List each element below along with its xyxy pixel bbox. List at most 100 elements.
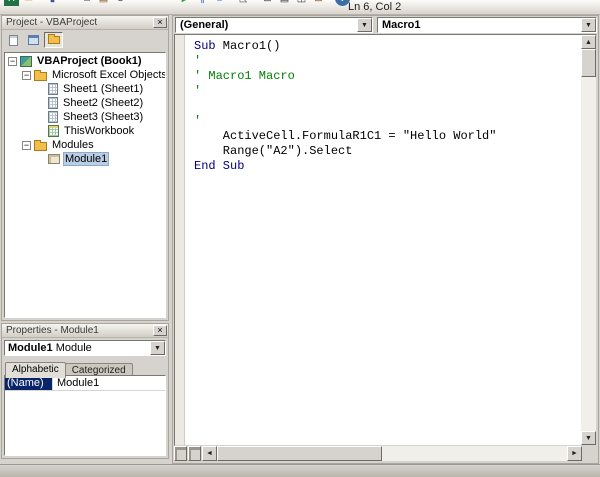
tree-item-sheet2-sheet2[interactable]: −Sheet2 (Sheet2) (5, 96, 165, 110)
tree-item-sheet1-sheet1[interactable]: −Sheet1 (Sheet1) (5, 82, 165, 96)
folder-icon (48, 36, 60, 44)
code-editor[interactable]: Sub Macro1()'' Macro1 Macro' ' ActiveCel… (174, 34, 597, 446)
margin-indicator-bar (175, 35, 185, 445)
design-mode-icon[interactable]: ◺ (236, 0, 251, 6)
tree-item-module1[interactable]: −Module1 (5, 152, 165, 166)
tree-item-sheet3-sheet3[interactable]: −Sheet3 (Sheet3) (5, 110, 165, 124)
folder-icon (34, 72, 47, 81)
folder-icon (34, 142, 47, 151)
close-icon[interactable]: × (153, 325, 167, 336)
scroll-up-icon[interactable]: ▲ (581, 35, 596, 49)
chevron-down-icon[interactable]: ▼ (150, 341, 165, 355)
property-name-cell[interactable]: (Name) (5, 376, 53, 390)
object-combo[interactable]: (General) ▼ (175, 17, 373, 33)
object-browser-icon[interactable]: ◫ (294, 0, 309, 6)
code-combo-row: (General) ▼ Macro1 ▼ (173, 16, 598, 34)
workbook-icon (48, 125, 59, 137)
selected-object-name: Module1 (8, 342, 53, 354)
properties-grid: (Name)Module1 (4, 375, 166, 456)
find-icon[interactable]: ⊙ (113, 0, 128, 6)
break-icon[interactable]: ∥ (195, 0, 210, 6)
insert-userform-icon[interactable]: ▭ (21, 0, 36, 6)
tree-item-thisworkbook[interactable]: −ThisWorkbook (5, 124, 165, 138)
code-line[interactable]: End Sub (194, 159, 580, 174)
selected-object-type: Module (56, 342, 92, 354)
toggle-folders-button[interactable] (44, 32, 63, 48)
properties-panel-titlebar[interactable]: Properties - Module1 × (2, 324, 168, 338)
procedure-view-button[interactable] (174, 446, 187, 461)
project-panel-toolbar (2, 30, 168, 50)
property-value-cell[interactable]: Module1 (53, 376, 103, 390)
chevron-down-icon[interactable]: ▼ (581, 18, 596, 32)
tree-item-label: Sheet2 (Sheet2) (61, 97, 145, 109)
code-line[interactable]: Sub Macro1() (194, 39, 580, 54)
code-line[interactable]: ' (194, 54, 580, 69)
code-line[interactable] (194, 99, 580, 114)
toolbox-icon[interactable]: ⊠ (311, 0, 326, 6)
procedure-combo-value: Macro1 (382, 19, 421, 31)
undo-icon[interactable]: ↶ (137, 0, 152, 6)
chevron-down-icon[interactable]: ▼ (357, 18, 372, 32)
property-row[interactable]: (Name)Module1 (5, 376, 165, 391)
scroll-right-icon[interactable]: ► (567, 446, 582, 461)
view-code-icon (9, 35, 18, 46)
code-window: (General) ▼ Macro1 ▼ Sub Macro1()'' Macr… (172, 15, 599, 464)
properties-panel: Properties - Module1 × Module1 Module ▼ … (1, 323, 169, 459)
reset-icon[interactable]: ■ (212, 0, 227, 6)
code-line[interactable]: ' (194, 114, 580, 129)
save-icon[interactable]: ▮ (45, 0, 60, 6)
code-text[interactable]: Sub Macro1()'' Macro1 Macro' ' ActiveCel… (186, 35, 580, 445)
paste-icon[interactable]: ▤ (96, 0, 111, 6)
full-module-view-button[interactable] (188, 446, 201, 461)
tree-item-label: Sheet1 (Sheet1) (61, 83, 145, 95)
vertical-scroll-thumb[interactable] (581, 49, 596, 77)
code-window-bottom-bar: ◄ ► (174, 446, 597, 462)
scroll-left-icon[interactable]: ◄ (202, 446, 217, 461)
run-icon[interactable]: ▶ (178, 0, 193, 6)
tree-item-label: VBAProject (Book1) (35, 55, 144, 67)
project-icon (20, 56, 32, 67)
module-icon (48, 154, 60, 164)
tab-alphabetic[interactable]: Alphabetic (5, 362, 66, 378)
window-bottom-edge (0, 464, 600, 477)
project-panel-titlebar[interactable]: Project - VBAProject × (2, 16, 168, 30)
vertical-scrollbar[interactable]: ▲ ▼ (581, 35, 596, 445)
code-line[interactable]: Range("A2").Select (194, 144, 580, 159)
tree-item-label: Module1 (63, 152, 109, 166)
copy-icon[interactable]: ⧉ (79, 0, 94, 6)
project-panel-title: Project - VBAProject (6, 17, 97, 28)
sheet-icon (48, 83, 58, 95)
sheet-icon (48, 111, 58, 123)
redo-icon[interactable]: ↷ (154, 0, 169, 6)
project-explorer-panel: Project - VBAProject × −VBAProject (Book… (1, 15, 169, 321)
properties-window-icon[interactable]: ▤ (277, 0, 292, 6)
properties-panel-title: Properties - Module1 (6, 325, 99, 336)
tree-item-label: Sheet3 (Sheet3) (61, 111, 145, 123)
expander-icon[interactable]: − (8, 57, 17, 66)
main-toolbar: X▭▮✂⧉▤⊙↶↷▶∥■◺⊞▤◫⊠? Ln 6, Col 2 (0, 0, 600, 15)
expander-icon[interactable]: − (22, 71, 31, 80)
properties-tabs: AlphabeticCategorized (2, 359, 168, 375)
tree-item-label: ThisWorkbook (62, 125, 136, 137)
expander-icon[interactable]: − (22, 141, 31, 150)
cut-icon[interactable]: ✂ (62, 0, 77, 6)
procedure-combo[interactable]: Macro1 ▼ (377, 17, 597, 33)
tree-item-microsoft-excel-objects[interactable]: −Microsoft Excel Objects (5, 68, 165, 82)
horizontal-scroll-thumb[interactable] (217, 446, 382, 461)
view-object-icon (28, 35, 39, 45)
code-line[interactable]: ActiveCell.FormulaR1C1 = "Hello World" (194, 129, 580, 144)
tree-item-vbaproject-book1[interactable]: − VBAProject (Book1) (5, 54, 165, 68)
close-icon[interactable]: × (153, 17, 167, 28)
tree-item-modules[interactable]: −Modules (5, 138, 165, 152)
code-line[interactable]: ' (194, 84, 580, 99)
scroll-down-icon[interactable]: ▼ (581, 431, 596, 445)
horizontal-scrollbar[interactable]: ◄ ► (202, 446, 582, 461)
excel-icon[interactable]: X (4, 0, 19, 6)
view-object-button[interactable] (24, 32, 43, 48)
project-explorer-icon[interactable]: ⊞ (260, 0, 275, 6)
toolbar-icon-row: X▭▮✂⧉▤⊙↶↷▶∥■◺⊞▤◫⊠? (4, 0, 350, 6)
view-code-button[interactable] (4, 32, 23, 48)
code-line[interactable]: ' Macro1 Macro (194, 69, 580, 84)
object-selector-dropdown[interactable]: Module1 Module ▼ (4, 340, 166, 356)
object-combo-value: (General) (180, 19, 228, 31)
